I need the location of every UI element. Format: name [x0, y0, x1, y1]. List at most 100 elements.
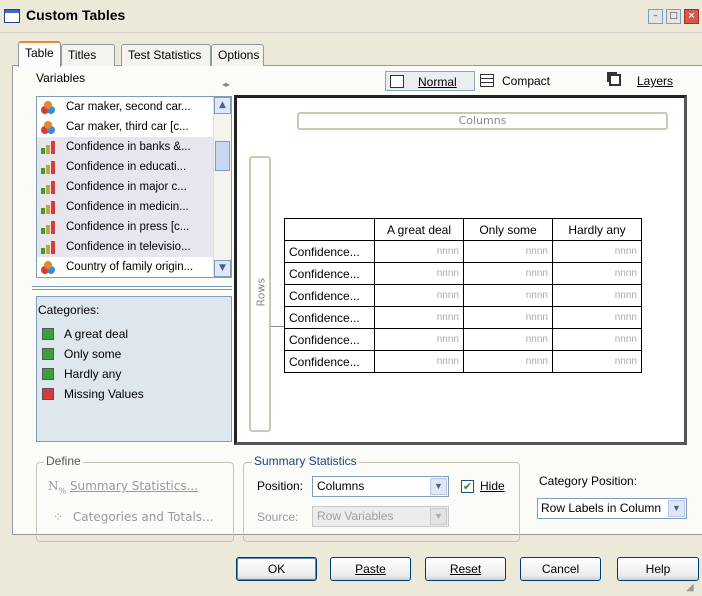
- source-select: Row Variables ▼: [312, 506, 449, 527]
- reset-button[interactable]: Reset: [425, 557, 506, 581]
- row-label: Confidence...: [284, 328, 375, 351]
- scroll-thumb[interactable]: [215, 141, 230, 171]
- variable-item[interactable]: Car maker, third car [c...: [37, 117, 214, 137]
- variable-item[interactable]: Confidence in televisio...: [37, 237, 214, 257]
- close-icon[interactable]: ×: [684, 9, 699, 24]
- paste-button[interactable]: Paste: [330, 557, 411, 581]
- tab-label: Titles: [68, 48, 97, 62]
- chevron-down-icon: ▼: [430, 508, 447, 525]
- category-label: Missing Values: [64, 387, 144, 401]
- nominal-icon: [40, 260, 56, 274]
- chevron-down-icon[interactable]: ▼: [430, 478, 447, 495]
- variable-item[interactable]: Confidence in medicin...: [37, 197, 214, 217]
- rows-label: Rows: [254, 277, 268, 307]
- table-cell: nnnn: [463, 240, 553, 263]
- table-row: Confidence... nnnn nnnn nnnn: [284, 240, 642, 263]
- maximize-icon[interactable]: □: [666, 9, 681, 24]
- categories-totals-button[interactable]: ⁘ Categories and Totals...: [53, 510, 214, 524]
- scroll-up-icon[interactable]: ▲: [214, 97, 231, 114]
- ordinal-icon: [40, 180, 56, 194]
- pane-splitter[interactable]: [30, 282, 235, 296]
- normal-view-button[interactable]: Normal: [385, 71, 475, 91]
- columns-drop-zone[interactable]: Columns: [297, 112, 668, 130]
- category-item[interactable]: A great deal: [42, 325, 222, 343]
- layers-button[interactable]: Layers: [605, 71, 677, 91]
- table-cell: nnnn: [552, 240, 642, 263]
- cancel-button[interactable]: Cancel: [520, 557, 601, 581]
- category-swatch-icon: [42, 328, 54, 340]
- ok-label: OK: [267, 562, 286, 576]
- summary-statistics-group: [243, 462, 520, 542]
- variables-list[interactable]: Car maker, second car... Car maker, third…: [36, 96, 232, 278]
- compact-icon: [480, 74, 494, 87]
- window-title: Custom Tables: [26, 7, 126, 23]
- tab-table[interactable]: Table: [18, 41, 61, 67]
- row-label: Confidence...: [284, 306, 375, 329]
- table-cell: nnnn: [463, 284, 553, 307]
- summary-statistics-button[interactable]: N% Summary Statistics...: [48, 479, 198, 495]
- category-item[interactable]: Only some: [42, 345, 222, 363]
- category-swatch-icon: [42, 388, 54, 400]
- source-value: Row Variables: [317, 509, 394, 523]
- variable-item[interactable]: Car maker, second car...: [37, 97, 214, 117]
- variables-scrollbar[interactable]: ▲ ▼: [213, 97, 231, 277]
- table-cell: nnnn: [552, 306, 642, 329]
- ok-button[interactable]: OK: [236, 557, 317, 581]
- compact-view-label: Compact: [502, 74, 551, 88]
- category-position-value: Row Labels in Column: [541, 501, 662, 515]
- ordinal-icon: [40, 160, 56, 174]
- category-label: Only some: [64, 347, 122, 361]
- preview-table: A great deal Only some Hardly any Confid…: [284, 218, 642, 373]
- variable-item[interactable]: Country of family origin...: [37, 257, 214, 277]
- paste-label: Paste: [355, 562, 386, 576]
- categories-label: Categories:: [38, 303, 100, 317]
- categories-icon: ⁘: [53, 510, 64, 524]
- tab-label: Test Statistics: [128, 48, 202, 62]
- table-cell: nnnn: [552, 328, 642, 351]
- table-cell: nnnn: [463, 350, 553, 373]
- table-row: Confidence... nnnn nnnn nnnn: [284, 306, 642, 329]
- tab-titles[interactable]: Titles: [61, 44, 115, 66]
- category-swatch-icon: [42, 368, 54, 380]
- hide-checkbox[interactable]: ✔: [461, 480, 474, 493]
- summary-statistics-group-label: Summary Statistics: [252, 454, 359, 468]
- row-label: Confidence...: [284, 284, 375, 307]
- category-swatch-icon: [42, 348, 54, 360]
- row-label: Confidence...: [284, 262, 375, 285]
- column-header: Only some: [463, 218, 553, 241]
- table-row: Confidence... nnnn nnnn nnnn: [284, 328, 642, 351]
- compact-view-button[interactable]: Compact: [476, 71, 561, 91]
- table-cell: nnnn: [463, 328, 553, 351]
- nominal-icon: [40, 100, 56, 114]
- tab-label: Options: [218, 48, 260, 62]
- category-position-select[interactable]: Row Labels in Column ▼: [537, 498, 687, 519]
- category-item[interactable]: Hardly any: [42, 365, 222, 383]
- source-label: Source:: [257, 510, 299, 524]
- variable-item[interactable]: Confidence in major c...: [37, 177, 214, 197]
- tab-test-statistics[interactable]: Test Statistics: [121, 44, 211, 66]
- variable-label: Confidence in press [c...: [66, 221, 190, 233]
- scroll-down-icon[interactable]: ▼: [214, 260, 231, 277]
- position-label: Position:: [257, 479, 304, 493]
- variable-item[interactable]: Confidence in press [c...: [37, 217, 214, 237]
- chevron-down-icon[interactable]: ▼: [668, 500, 685, 517]
- table-cell: nnnn: [374, 240, 464, 263]
- tab-options[interactable]: Options: [211, 44, 264, 66]
- variable-item[interactable]: Confidence in banks &...: [37, 137, 214, 157]
- table-cell: nnnn: [374, 328, 464, 351]
- resize-grip-icon[interactable]: ◢: [686, 582, 694, 593]
- table-cell: nnnn: [374, 284, 464, 307]
- variable-label: Car maker, third car [c...: [66, 121, 189, 133]
- variable-item[interactable]: Confidence in educati...: [37, 157, 214, 177]
- cancel-label: Cancel: [541, 562, 580, 576]
- position-select[interactable]: Columns ▼: [312, 476, 449, 497]
- layers-label: Layers: [637, 74, 674, 88]
- table-cell: nnnn: [552, 262, 642, 285]
- table-cell: nnnn: [374, 306, 464, 329]
- splitter-arrows-icon[interactable]: ◂▸: [222, 80, 230, 89]
- table-cell: nnnn: [374, 262, 464, 285]
- variable-label: Car maker, second car...: [66, 101, 191, 113]
- category-item[interactable]: Missing Values: [42, 385, 222, 403]
- minimize-icon[interactable]: –: [648, 9, 663, 24]
- help-button[interactable]: Help: [617, 557, 699, 581]
